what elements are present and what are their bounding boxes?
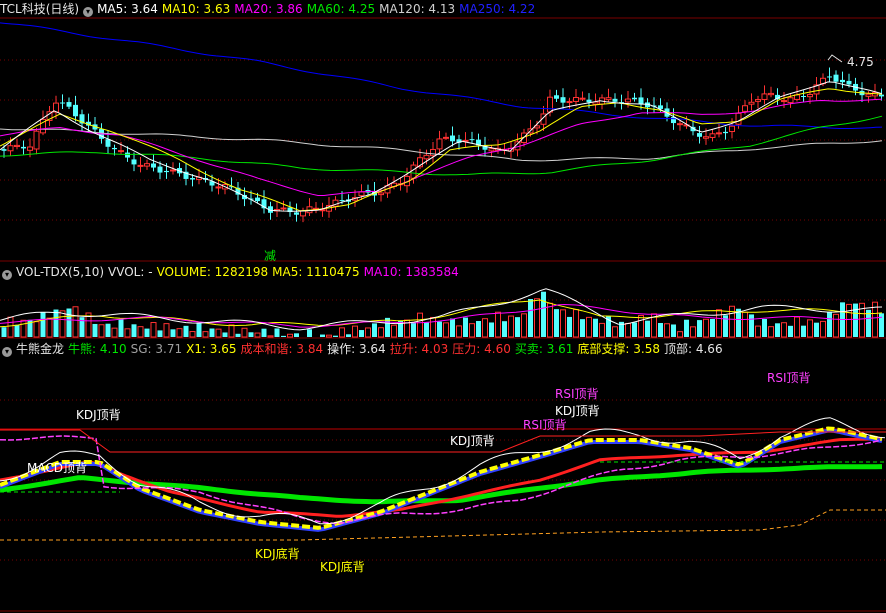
signal-annotation: KDJ底背	[255, 547, 300, 561]
ma20-readout: MA20: 3.86	[234, 2, 303, 16]
ma120-readout: MA120: 4.13	[379, 2, 456, 16]
signal-annotation: RSI顶背	[555, 387, 599, 401]
vol-ma10-readout: MA10: 1383584	[363, 265, 459, 279]
x1-readout: X1: 3.65	[186, 342, 237, 356]
chevron-down-icon[interactable]: ▾	[2, 347, 12, 357]
indicator-lines	[0, 417, 886, 541]
niuxiong-readout: 牛熊: 4.10	[68, 342, 127, 356]
dingbu-readout: 顶部: 4.66	[664, 342, 723, 356]
indicator-panel-header: ▾ 牛熊金龙 牛熊: 4.10 SG: 3.71 X1: 3.65 成本和谐: 3.84 操…	[0, 340, 727, 358]
vol-title: VOL-TDX(5,10)	[16, 265, 105, 279]
signal-annotation: RSI顶背	[767, 371, 811, 385]
vvol-readout: VVOL: -	[108, 265, 153, 279]
sg-readout: SG: 3.71	[130, 342, 183, 356]
price-panel-header: TCL科技(日线) ▾ MA5: 3.64 MA10: 3.63 MA20: 3.86 M…	[0, 0, 539, 18]
volume-readout: VOLUME: 1282198	[156, 265, 269, 279]
moving-average-lines	[0, 22, 883, 212]
lasheng-readout: 拉升: 4.03	[389, 342, 449, 356]
candlestick-series[interactable]	[1, 67, 885, 223]
volume-panel-header: ▾ VOL-TDX(5,10) VVOL: - VOLUME: 1282198 MA5:…	[0, 263, 463, 281]
chart-canvas[interactable]	[0, 0, 886, 613]
dibu-readout: 底部支撑: 3.58	[577, 342, 660, 356]
signal-annotation: KDJ底背	[320, 560, 365, 574]
yali-readout: 压力: 4.60	[452, 342, 511, 356]
maimai-readout: 买卖: 3.61	[514, 342, 574, 356]
period-high-label: 4.75	[847, 55, 874, 69]
indicator-title: 牛熊金龙	[16, 342, 65, 356]
signal-annotation: KDJ顶背	[76, 408, 121, 422]
volume-bars[interactable]	[0, 288, 884, 338]
caozuo-readout: 操作: 3.64	[327, 342, 386, 356]
chevron-down-icon[interactable]: ▾	[2, 270, 12, 280]
chevron-down-icon[interactable]: ▾	[83, 7, 94, 17]
ma250-readout: MA250: 4.22	[459, 2, 536, 16]
chengben-readout: 成本和谐: 3.84	[240, 342, 324, 356]
vol-ma5-readout: MA5: 1110475	[272, 265, 360, 279]
ma10-readout: MA10: 3.63	[161, 2, 231, 16]
signal-annotation: KDJ顶背	[450, 434, 495, 448]
signal-annotation: KDJ顶背	[555, 404, 600, 418]
stock-title: TCL科技(日线)	[0, 2, 80, 16]
ma60-readout: MA60: 4.25	[306, 2, 376, 16]
signal-annotation: MACD顶背	[27, 461, 87, 475]
ma5-readout: MA5: 3.64	[97, 2, 158, 16]
reduce-signal-label: 减	[264, 249, 277, 263]
